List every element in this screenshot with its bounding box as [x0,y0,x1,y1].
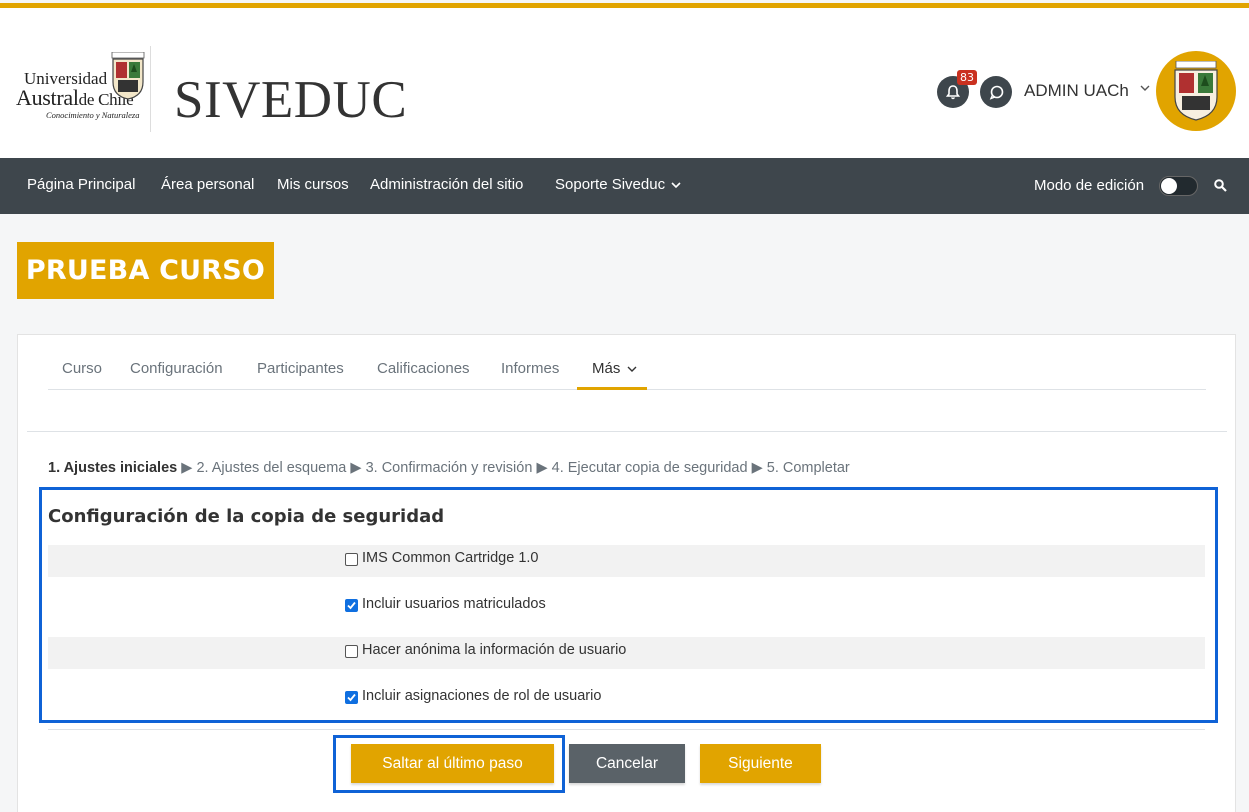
nav-item-support[interactable]: Soporte Siveduc [555,176,681,193]
notification-count-badge: 83 [957,70,977,85]
tab-participants[interactable]: Participantes [257,360,344,377]
tab-reports[interactable]: Informes [501,360,559,377]
step-2: 2. Ajustes del esquema [196,460,347,476]
step-5: 5. Completar [766,460,850,476]
university-shield-icon [111,52,145,100]
tab-course[interactable]: Curso [62,360,102,377]
edit-mode-label: Modo de edición [1034,177,1145,194]
chevron-down-icon [671,182,681,189]
site-name[interactable]: SIVEDUC [174,74,407,127]
university-crest-icon [1174,61,1218,121]
step-3: 3. Confirmación y revisión [365,460,533,476]
tab-grades[interactable]: Calificaciones [377,360,470,377]
search-icon[interactable] [1214,179,1227,192]
toggle-knob [1161,178,1177,194]
bell-icon [946,84,960,99]
chat-bubble-icon [989,85,1003,100]
next-button[interactable]: Siguiente [700,744,821,783]
tab-more[interactable]: Más [592,360,637,377]
step-4: 4. Ejecutar copia de seguridad [551,460,748,476]
tab-settings[interactable]: Configuración [130,360,223,377]
skip-to-last-step-button[interactable]: Saltar al último paso [351,744,554,783]
active-tab-indicator [577,387,647,390]
course-title-banner: PRUEBA CURSO [17,242,274,299]
step-current: 1. Ajustes iniciales [48,460,178,476]
nav-item-dashboard[interactable]: Área personal [161,176,254,193]
form-footer-divider [48,729,1205,730]
user-menu-name[interactable]: ADMIN UACh [1024,81,1129,101]
nav-item-my-courses[interactable]: Mis cursos [277,176,349,193]
cancel-button[interactable]: Cancelar [569,744,685,783]
messages-button[interactable] [980,76,1012,108]
step-separator: ▶ [751,460,763,476]
edit-mode-toggle[interactable] [1159,176,1198,196]
site-header: Universidad Australde Chile Conocimiento… [0,8,1249,158]
nav-item-site-admin[interactable]: Administración del sitio [370,176,523,193]
user-avatar[interactable] [1156,51,1236,131]
chevron-down-icon[interactable] [1140,84,1150,92]
section-divider [27,431,1227,432]
nav-item-home[interactable]: Página Principal [27,176,135,193]
chevron-down-icon [627,366,637,372]
step-separator: ▶ [536,460,548,476]
backup-steps-breadcrumb: 1. Ajustes iniciales ▶ 2. Ajustes del es… [48,460,850,476]
logo-divider [150,46,151,132]
settings-highlight-box [39,487,1218,723]
step-separator: ▶ [181,460,193,476]
main-navbar: Página Principal Área personal Mis curso… [0,158,1249,214]
step-separator: ▶ [350,460,362,476]
university-logo[interactable]: Universidad Australde Chile Conocimiento… [16,44,151,136]
